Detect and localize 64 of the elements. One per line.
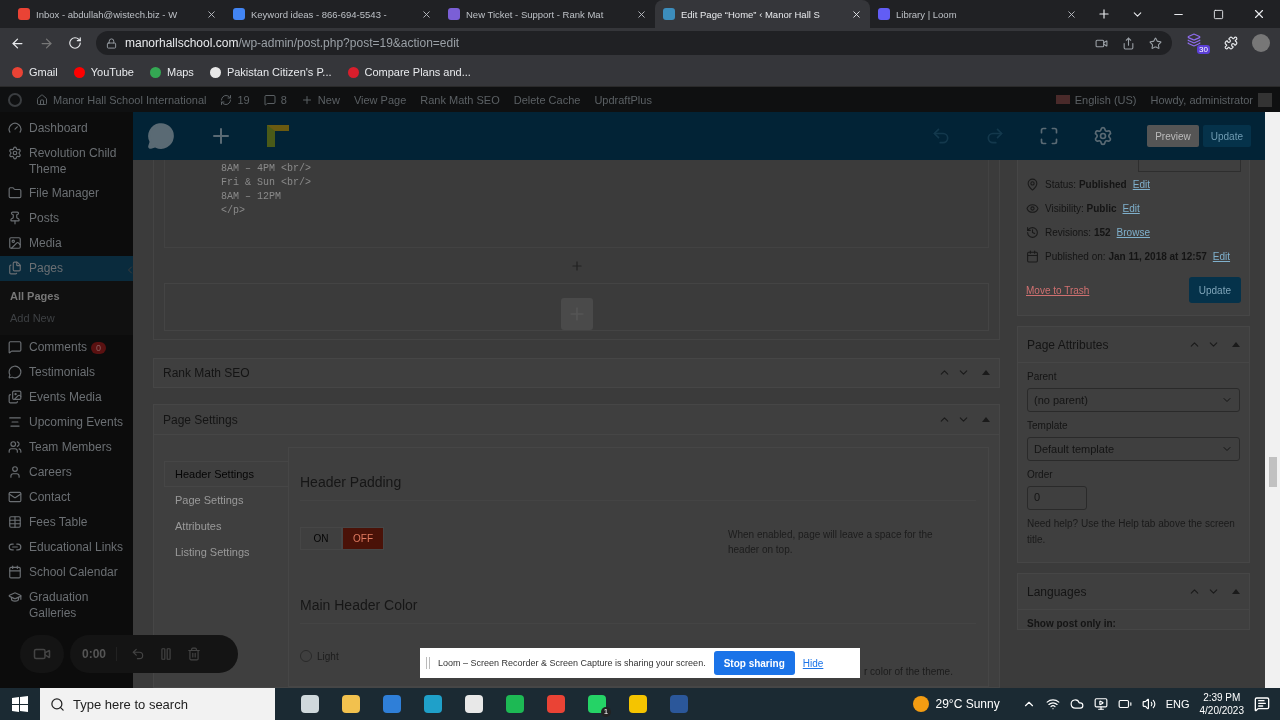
admin-bar-link[interactable]: View Page (353, 93, 407, 106)
code-line: 8AM – 4PM <br/> (221, 163, 312, 174)
edit-link[interactable]: Edit (1212, 251, 1231, 262)
settings-tab[interactable]: Attributes (164, 513, 288, 539)
trash-link[interactable]: Move to Trash (1026, 284, 1090, 296)
language-indicator[interactable]: ENG (1165, 698, 1190, 710)
admin-bar-link[interactable]: Delete Cache (513, 93, 581, 106)
browser-tab[interactable]: New Ticket - Support - Rank Mat (440, 0, 655, 28)
sidebar-item[interactable]: Fees Table (0, 510, 133, 535)
sidebar-item[interactable]: Revolution Child Theme (0, 141, 133, 181)
sidebar-item[interactable]: Contact (0, 485, 133, 510)
code-line: Fri & Sun <br/> (221, 177, 312, 188)
bookmark[interactable]: Pakistan Citizen's P... (209, 66, 332, 78)
browser-tab[interactable]: Edit Page “Home” ‹ Manor Hall S (655, 0, 870, 28)
address-bar[interactable]: manorhallschool.com/wp-admin/post.php?post=19&action=edit (96, 31, 1172, 55)
settings-tab[interactable]: Page Settings (164, 487, 288, 513)
sidebar-item[interactable]: Testimonials (0, 360, 133, 385)
toggle-option[interactable]: OFF (342, 527, 384, 550)
bookmark[interactable]: Compare Plans and... (347, 66, 471, 78)
bookmark[interactable]: Maps (149, 66, 194, 78)
sidebar-item[interactable]: File Manager (0, 181, 133, 206)
hide-link[interactable]: Hide (802, 657, 824, 669)
edit-link[interactable]: Browse (1116, 227, 1150, 238)
preview-button[interactable]: Preview (1147, 125, 1199, 147)
sidebar-item[interactable]: Posts (0, 206, 133, 231)
sidebar-item[interactable]: Careers (0, 460, 133, 485)
sidebar-item[interactable]: Team Members (0, 435, 133, 460)
clock[interactable]: 2:39 PM 4/20/2023 (1199, 691, 1244, 717)
browser-tab[interactable]: Keyword ideas - 866-694-5543 - (225, 0, 440, 28)
update-button[interactable]: Update (1202, 125, 1251, 147)
recording-time: 0:00 (82, 647, 118, 661)
sidebar-item[interactable]: Comments 0 (0, 335, 133, 360)
code-line: 8AM – 12PM (221, 191, 282, 202)
edit-link[interactable]: Edit (1122, 203, 1140, 214)
sidebar-item[interactable]: Media (0, 231, 133, 256)
sidebar-item[interactable]: School Calendar (0, 560, 133, 585)
submenu-item[interactable]: All Pages (0, 285, 133, 307)
sidebar-item[interactable]: Dashboard (0, 116, 133, 141)
update-button[interactable]: Update (1188, 277, 1241, 303)
sidebar-item[interactable]: Events Media (0, 385, 133, 410)
weather-widget[interactable]: 29°C Sunny (913, 696, 1000, 712)
sidebar-item[interactable]: Pages (0, 256, 133, 281)
sidebar-item[interactable]: Upcoming Events (0, 410, 133, 435)
comments-link[interactable]: 8 (263, 93, 287, 106)
admin-bar-link[interactable]: Rank Math SEO (420, 93, 500, 106)
url-text: manorhallschool.com/wp-admin/post.php?post=19&action=edit (125, 36, 460, 50)
site-link[interactable]: Manor Hall School International (36, 93, 207, 106)
updates-link[interactable]: 19 (220, 93, 250, 106)
account-link[interactable]: Howdy, administrator (1150, 92, 1272, 107)
settings-tab[interactable]: Listing Settings (164, 539, 288, 565)
browser-tab[interactable]: Inbox - abdullah@wistech.biz - W (10, 0, 225, 28)
taskbar-search-field[interactable]: Type here to search (40, 688, 275, 720)
code-line: </p> (221, 205, 246, 216)
sidebar-item[interactable]: Graduation Galleries (0, 585, 133, 625)
browser-tab[interactable]: Library | Loom (870, 0, 1085, 28)
stop-sharing-button[interactable]: Stop sharing (713, 651, 795, 675)
new-link[interactable]: New (300, 93, 340, 106)
bookmark[interactable]: YouTube (73, 66, 134, 78)
edit-link[interactable]: Edit (1132, 179, 1150, 190)
language-link[interactable]: English (US) (1055, 93, 1137, 106)
admin-bar-link[interactable]: UpdraftPlus (594, 93, 652, 106)
bookmark[interactable]: Gmail (12, 66, 58, 78)
sharing-message: Loom – Screen Recorder & Screen Capture is sharing your screen. (438, 658, 706, 668)
sidebar-item[interactable]: Educational Links (0, 535, 133, 560)
